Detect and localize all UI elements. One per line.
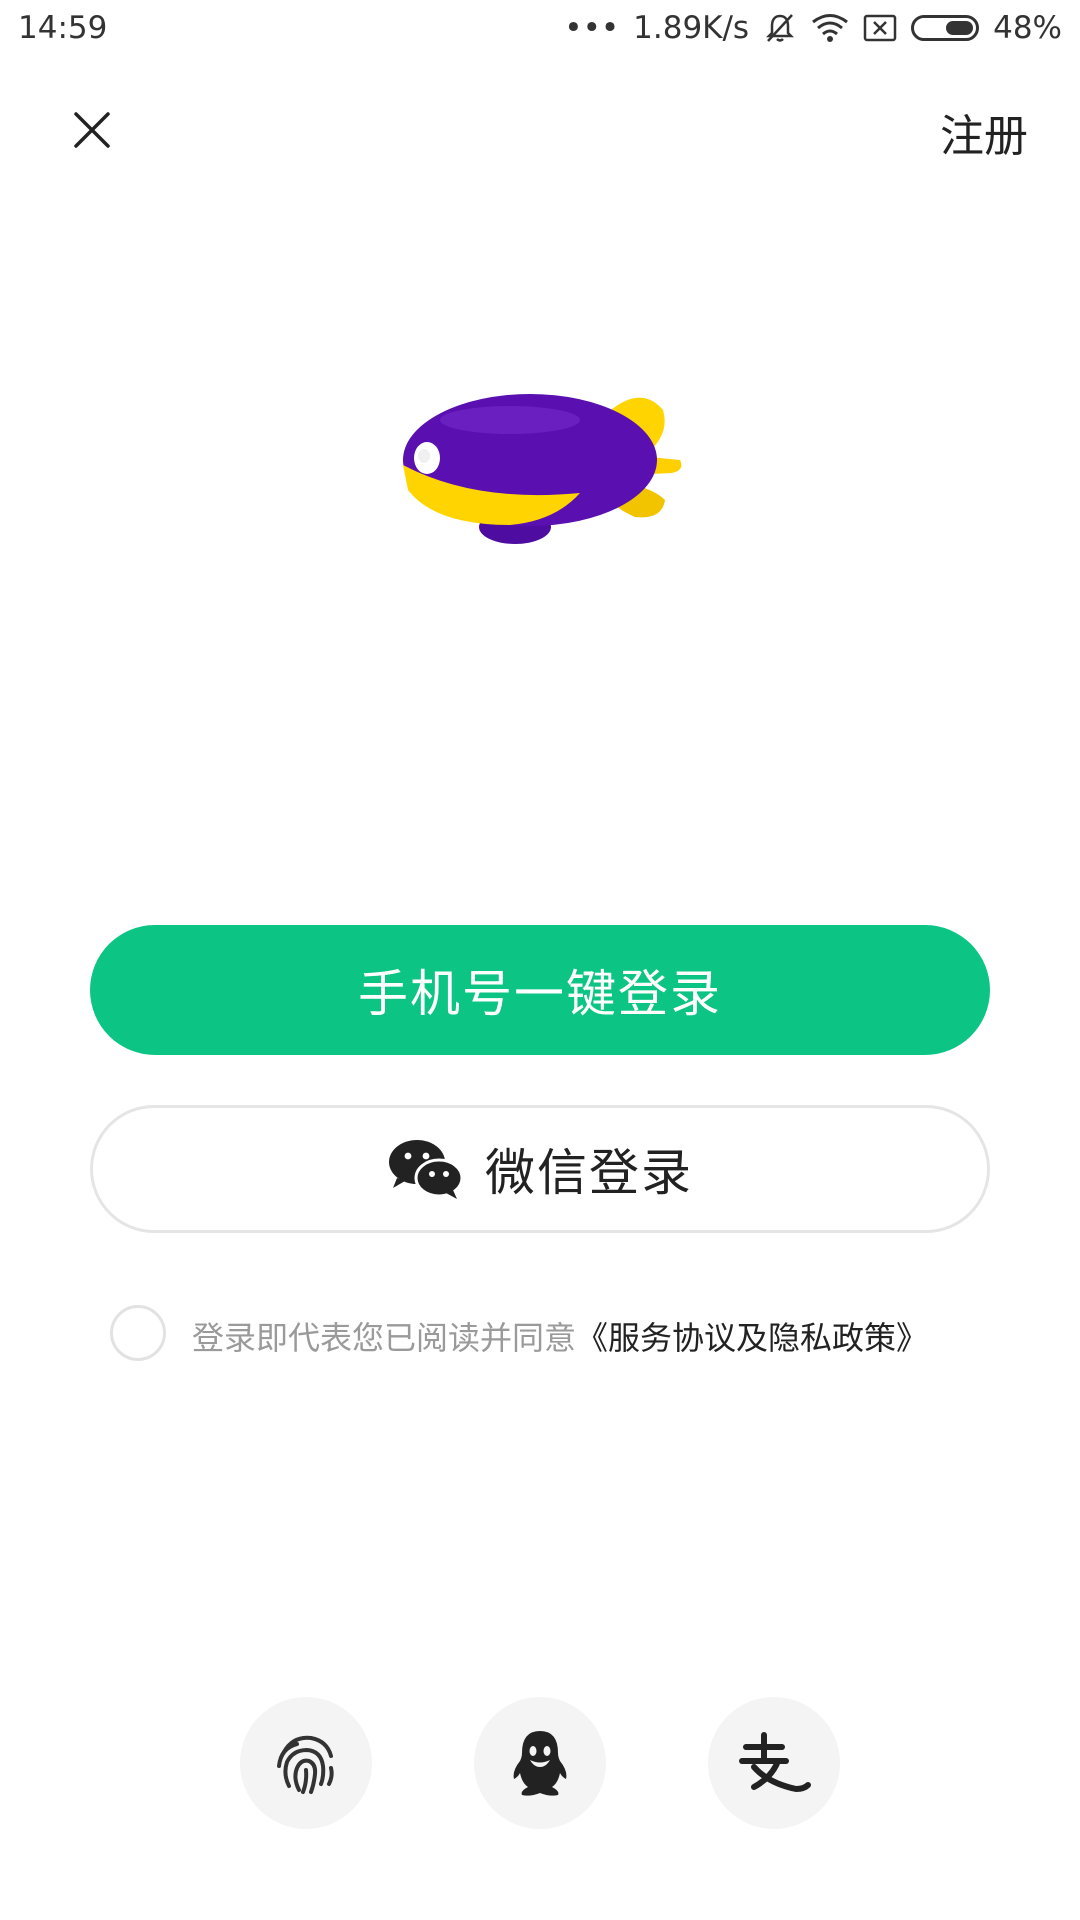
phone-login-button[interactable]: 手机号一键登录: [90, 925, 990, 1055]
qq-icon: [513, 1731, 567, 1796]
status-bar: 14:59 ••• 1.89K/s 48%: [0, 0, 1080, 60]
phone-login-label: 手机号一键登录: [358, 965, 722, 1023]
wifi-icon: [811, 13, 849, 43]
alipay-login-button[interactable]: [708, 1697, 840, 1829]
battery-fill: [946, 21, 974, 35]
qq-login-button[interactable]: [474, 1697, 606, 1829]
more-dots: •••: [564, 10, 620, 46]
status-time: 14:59: [18, 10, 108, 46]
close-icon: [74, 112, 110, 148]
wechat-login-button[interactable]: 微信登录: [90, 1105, 990, 1233]
agreement-checkbox[interactable]: [110, 1305, 166, 1361]
sim-off-icon: [863, 13, 897, 43]
wechat-login-label: 微信登录: [485, 1144, 693, 1202]
battery-percent: 48%: [993, 10, 1062, 46]
blimp-mascot-icon: [380, 385, 700, 560]
network-speed: 1.89K/s: [633, 10, 750, 46]
status-icons: ••• 1.89K/s 48%: [564, 10, 1062, 46]
agreement-text: 登录即代表您已阅读并同意《服务协议及隐私政策》: [192, 1317, 972, 1359]
agreement-link[interactable]: 《服务协议及隐私政策》: [576, 1319, 928, 1357]
wechat-icon: [389, 1140, 463, 1199]
alipay-icon: [739, 1732, 811, 1792]
register-link[interactable]: 注册: [940, 100, 1028, 164]
close-button[interactable]: [60, 98, 124, 162]
fingerprint-login-button[interactable]: [240, 1697, 372, 1829]
battery-icon: [911, 15, 980, 41]
agreement-prefix: 登录即代表您已阅读并同意: [192, 1319, 577, 1357]
mute-icon: [763, 11, 797, 45]
fingerprint-icon: [277, 1735, 334, 1794]
